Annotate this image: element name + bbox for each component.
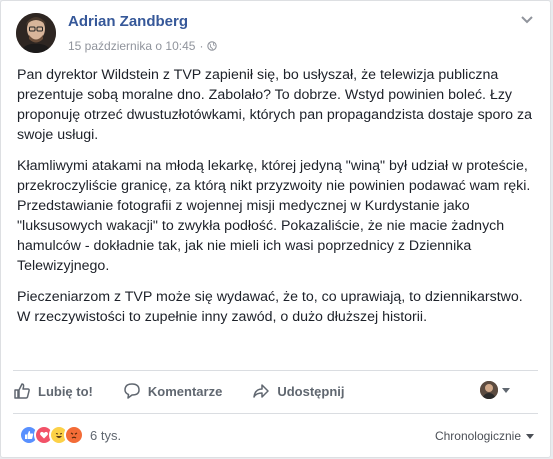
post-card: Adrian Zandberg 15 października o 10:45 … (0, 0, 551, 458)
chevron-down-icon[interactable] (520, 15, 534, 25)
like-button[interactable]: Lubię to! (13, 382, 93, 400)
divider (13, 370, 538, 371)
like-label: Lubię to! (38, 383, 93, 399)
thumbs-up-icon (14, 383, 30, 399)
post-body: Pan dyrektor Wildstein z TVP zapienił si… (17, 65, 533, 338)
divider (13, 413, 538, 414)
reactions-summary[interactable]: 6 tys. (19, 425, 121, 445)
share-label: Udostępnij (277, 383, 345, 399)
post-paragraph: Kłamliwymi atakami na młodą lekarkę, któ… (17, 158, 531, 274)
angry-icon (64, 425, 84, 445)
sort-label: Chronologicznie (434, 429, 521, 443)
action-bar: Lubię to! Komentarze Udostępnij (13, 373, 538, 409)
author-avatar[interactable] (16, 13, 56, 53)
caret-down-icon (502, 387, 510, 393)
share-button[interactable]: Udostępnij (252, 382, 344, 400)
reaction-count: 6 tys. (90, 427, 122, 443)
post-paragraph: Pan dyrektor Wildstein z TVP zapienił si… (17, 67, 532, 143)
post-paragraph: Pieczeniarzom z TVP może się wydawać, że… (17, 289, 523, 325)
author-name[interactable]: Adrian Zandberg (68, 13, 188, 30)
caret-down-icon (526, 433, 534, 439)
user-avatar (480, 381, 498, 399)
post-date[interactable]: 15 października o 10:45 (68, 39, 195, 53)
comment-sort-dropdown[interactable]: Chronologicznie (435, 429, 534, 443)
share-icon (253, 384, 270, 398)
comment-icon (124, 383, 140, 399)
post-meta: 15 października o 10:45 · (68, 39, 218, 53)
globe-icon (207, 41, 218, 51)
post-as-selector[interactable] (480, 381, 510, 399)
comment-button[interactable]: Komentarze (123, 382, 222, 400)
meta-separator: · (199, 39, 204, 53)
comment-label: Komentarze (147, 383, 223, 399)
